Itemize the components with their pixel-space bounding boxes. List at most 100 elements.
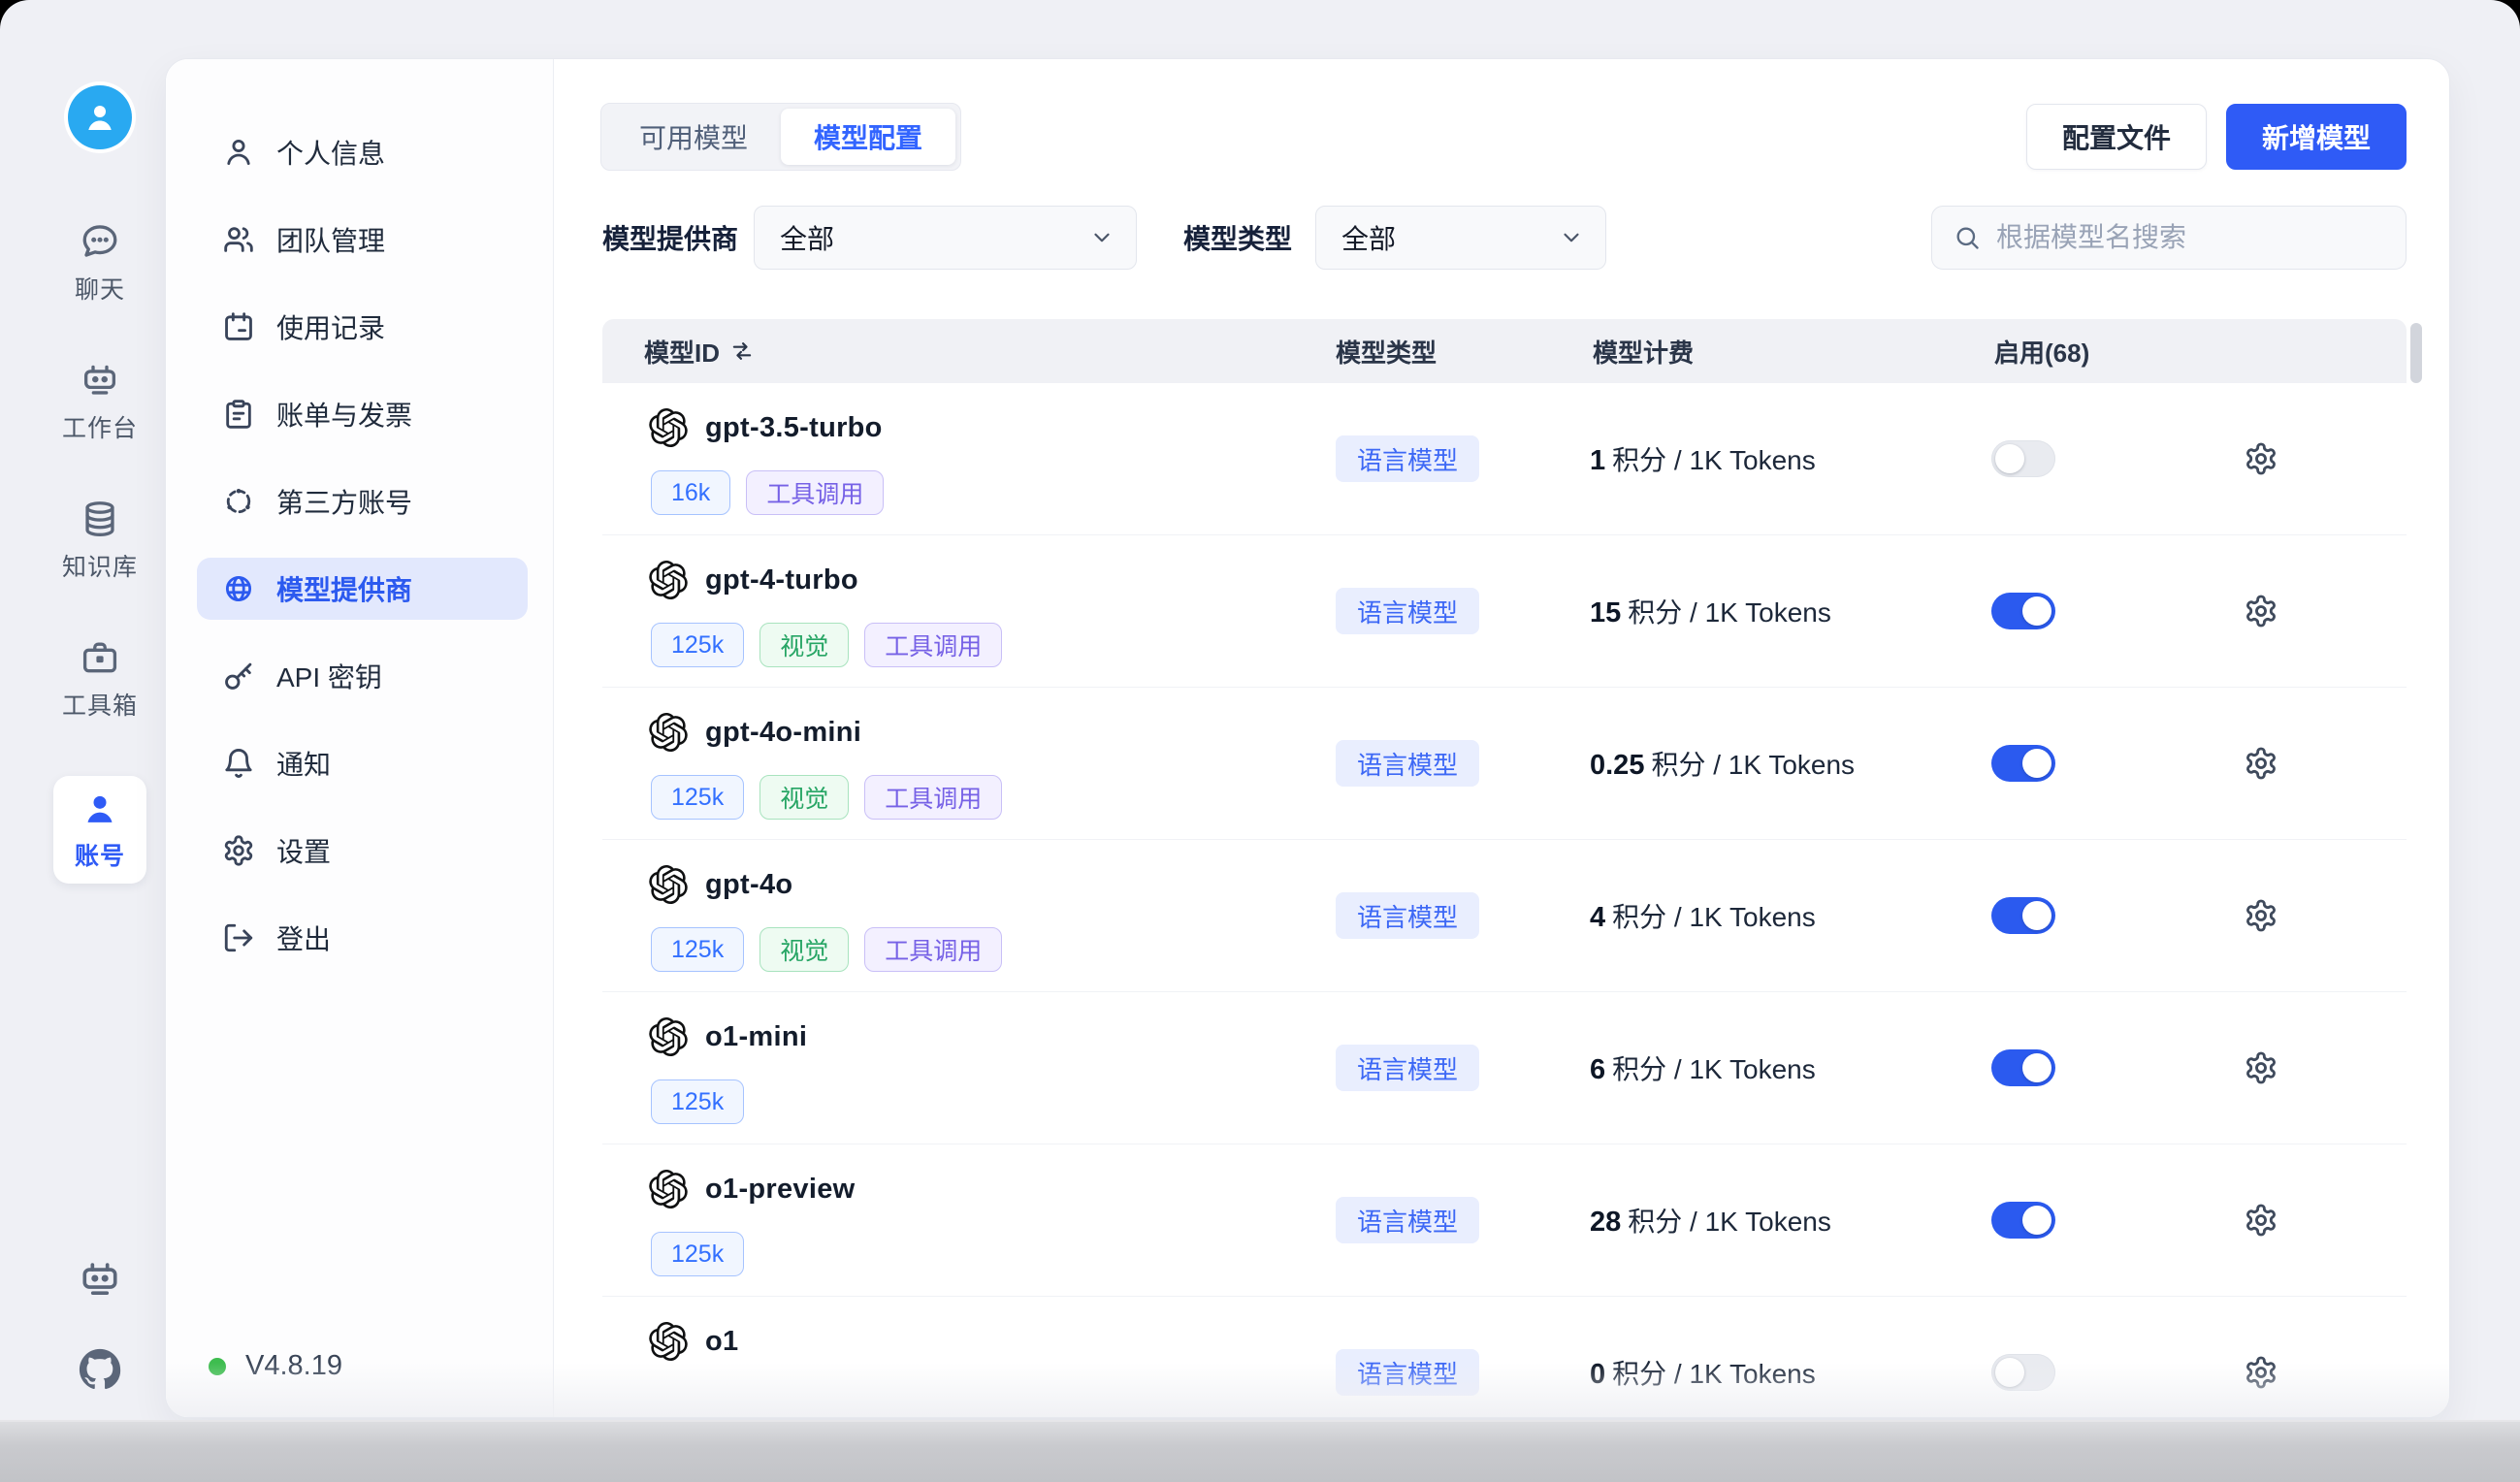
gear-icon <box>2244 1050 2278 1085</box>
model-head: gpt-4-turbo <box>649 561 858 599</box>
table-row: o1-mini 125k 语言模型 6 积分 / 1K Tokens <box>602 992 2407 1144</box>
search-input[interactable] <box>1996 222 2384 253</box>
enable-toggle[interactable] <box>1991 745 2055 782</box>
scrollbar-thumb[interactable] <box>2410 323 2422 383</box>
price-unit: 积分 / 1K Tokens <box>1651 744 1855 783</box>
enable-toggle[interactable] <box>1991 593 2055 629</box>
chat-icon <box>80 221 120 262</box>
table-row: gpt-4-turbo 125k视觉工具调用 语言模型 15 积分 / 1K T… <box>602 535 2407 688</box>
toolbar-buttons: 配置文件 新增模型 <box>2026 104 2407 170</box>
openai-logo-icon <box>649 1017 688 1056</box>
add-model-button[interactable]: 新增模型 <box>2226 104 2407 170</box>
bell-icon <box>222 747 255 780</box>
search-icon <box>1954 224 1981 251</box>
model-tag: 视觉 <box>759 623 849 667</box>
price-value: 0.25 <box>1590 750 1644 782</box>
price-value: 1 <box>1590 445 1605 477</box>
model-head: gpt-3.5-turbo <box>649 408 883 447</box>
app-version: V4.8.19 <box>209 1350 342 1382</box>
third-party-network-icon <box>222 485 255 518</box>
openai-logo-icon <box>649 408 688 447</box>
avatar[interactable] <box>68 85 132 149</box>
model-tag: 视觉 <box>759 927 849 972</box>
model-config-main: 可用模型 模型配置 配置文件 新增模型 模型提供商 全部 模型类型 全部 <box>554 59 2449 1417</box>
model-tag: 125k <box>651 927 744 972</box>
robot-icon <box>80 360 120 401</box>
provider-filter-label: 模型提供商 <box>602 218 738 257</box>
row-settings-button[interactable] <box>2244 1050 2278 1085</box>
sidebar-item-label: 模型提供商 <box>276 569 412 608</box>
rail-item-chat[interactable]: 聊天 <box>53 221 146 306</box>
invoice-icon <box>222 398 255 431</box>
model-tags: 16k工具调用 <box>651 470 884 515</box>
robot-shortcut-icon[interactable] <box>78 1257 122 1302</box>
sidebar-item-notifications[interactable]: 通知 <box>197 732 528 794</box>
header-cell-model-id[interactable]: 模型ID <box>644 319 755 383</box>
chevron-down-icon <box>1559 225 1584 250</box>
user-avatar-icon <box>81 99 118 136</box>
model-head: o1-mini <box>649 1017 807 1056</box>
github-icon[interactable] <box>79 1348 121 1391</box>
row-settings-button[interactable] <box>2244 441 2278 476</box>
row-settings-button[interactable] <box>2244 746 2278 781</box>
enable-toggle[interactable] <box>1991 1049 2055 1086</box>
provider-select-value: 全部 <box>780 218 834 257</box>
table-row: o1-preview 125k 语言模型 28 积分 / 1K Tokens <box>602 1144 2407 1297</box>
sidebar-item-third-party[interactable]: 第三方账号 <box>197 470 528 532</box>
enable-toggle[interactable] <box>1991 897 2055 934</box>
model-type-badge: 语言模型 <box>1336 435 1479 482</box>
account-panel: 个人信息 团队管理 <box>165 58 2450 1418</box>
model-tag: 125k <box>651 775 744 820</box>
tab-available-models[interactable]: 可用模型 <box>606 109 781 165</box>
sidebar-item-team[interactable]: 团队管理 <box>197 209 528 271</box>
openai-logo-icon <box>649 1322 688 1361</box>
gear-icon <box>2244 898 2278 933</box>
openai-logo-icon <box>649 561 688 599</box>
sidebar-item-settings[interactable]: 设置 <box>197 820 528 882</box>
rail-item-account[interactable]: 账号 <box>53 776 146 884</box>
row-settings-button[interactable] <box>2244 898 2278 933</box>
model-head: o1-preview <box>649 1170 856 1208</box>
config-file-button[interactable]: 配置文件 <box>2026 104 2207 170</box>
sort-icon <box>729 338 755 364</box>
row-settings-button[interactable] <box>2244 1355 2278 1390</box>
model-tags: 125k视觉工具调用 <box>651 927 1002 972</box>
sidebar-item-profile[interactable]: 个人信息 <box>197 121 528 183</box>
model-tag: 工具调用 <box>864 623 1002 667</box>
header-cell-model-type: 模型类型 <box>1336 319 1437 383</box>
price-unit: 积分 / 1K Tokens <box>1612 896 1816 935</box>
sidebar-item-api-keys[interactable]: API 密钥 <box>197 645 528 707</box>
table-header: 模型ID 模型类型 模型计费 启用(68) <box>602 319 2407 383</box>
app-window: 聊天 工作台 <box>0 0 2520 1482</box>
price-value: 0 <box>1590 1359 1605 1391</box>
sidebar-item-model-provider[interactable]: 模型提供商 <box>197 558 528 620</box>
openai-logo-icon <box>649 865 688 904</box>
model-tag: 视觉 <box>759 775 849 820</box>
provider-select[interactable]: 全部 <box>754 206 1137 270</box>
model-tag: 125k <box>651 623 744 667</box>
table-row: gpt-4o 125k视觉工具调用 语言模型 4 积分 / 1K Tokens <box>602 840 2407 992</box>
table-row: o1 语言模型 0 积分 / 1K Tokens <box>602 1297 2407 1418</box>
model-billing: 0 积分 / 1K Tokens <box>1590 1353 1816 1392</box>
row-settings-button[interactable] <box>2244 1203 2278 1238</box>
type-select[interactable]: 全部 <box>1315 206 1606 270</box>
table-row: gpt-3.5-turbo 16k工具调用 语言模型 1 积分 / 1K Tok… <box>602 383 2407 535</box>
sidebar-item-billing[interactable]: 账单与发票 <box>197 383 528 445</box>
user-icon <box>81 789 119 828</box>
enable-toggle[interactable] <box>1991 1202 2055 1239</box>
enable-toggle[interactable] <box>1991 1354 2055 1391</box>
rail-item-toolbox[interactable]: 工具箱 <box>53 637 146 722</box>
sidebar-item-label: 设置 <box>276 831 331 870</box>
rail-item-workbench[interactable]: 工作台 <box>53 360 146 444</box>
model-type-badge: 语言模型 <box>1336 1349 1479 1396</box>
toolbox-icon <box>80 637 120 678</box>
row-settings-button[interactable] <box>2244 594 2278 628</box>
rail-item-knowledge[interactable]: 知识库 <box>53 499 146 583</box>
enable-toggle[interactable] <box>1991 440 2055 477</box>
tab-model-config[interactable]: 模型配置 <box>781 109 955 165</box>
sidebar-item-usage[interactable]: 使用记录 <box>197 296 528 358</box>
version-label: V4.8.19 <box>245 1350 342 1382</box>
model-tags: 125k <box>651 1232 744 1276</box>
sidebar-item-logout[interactable]: 登出 <box>197 907 528 969</box>
toggle-knob <box>2022 596 2052 626</box>
